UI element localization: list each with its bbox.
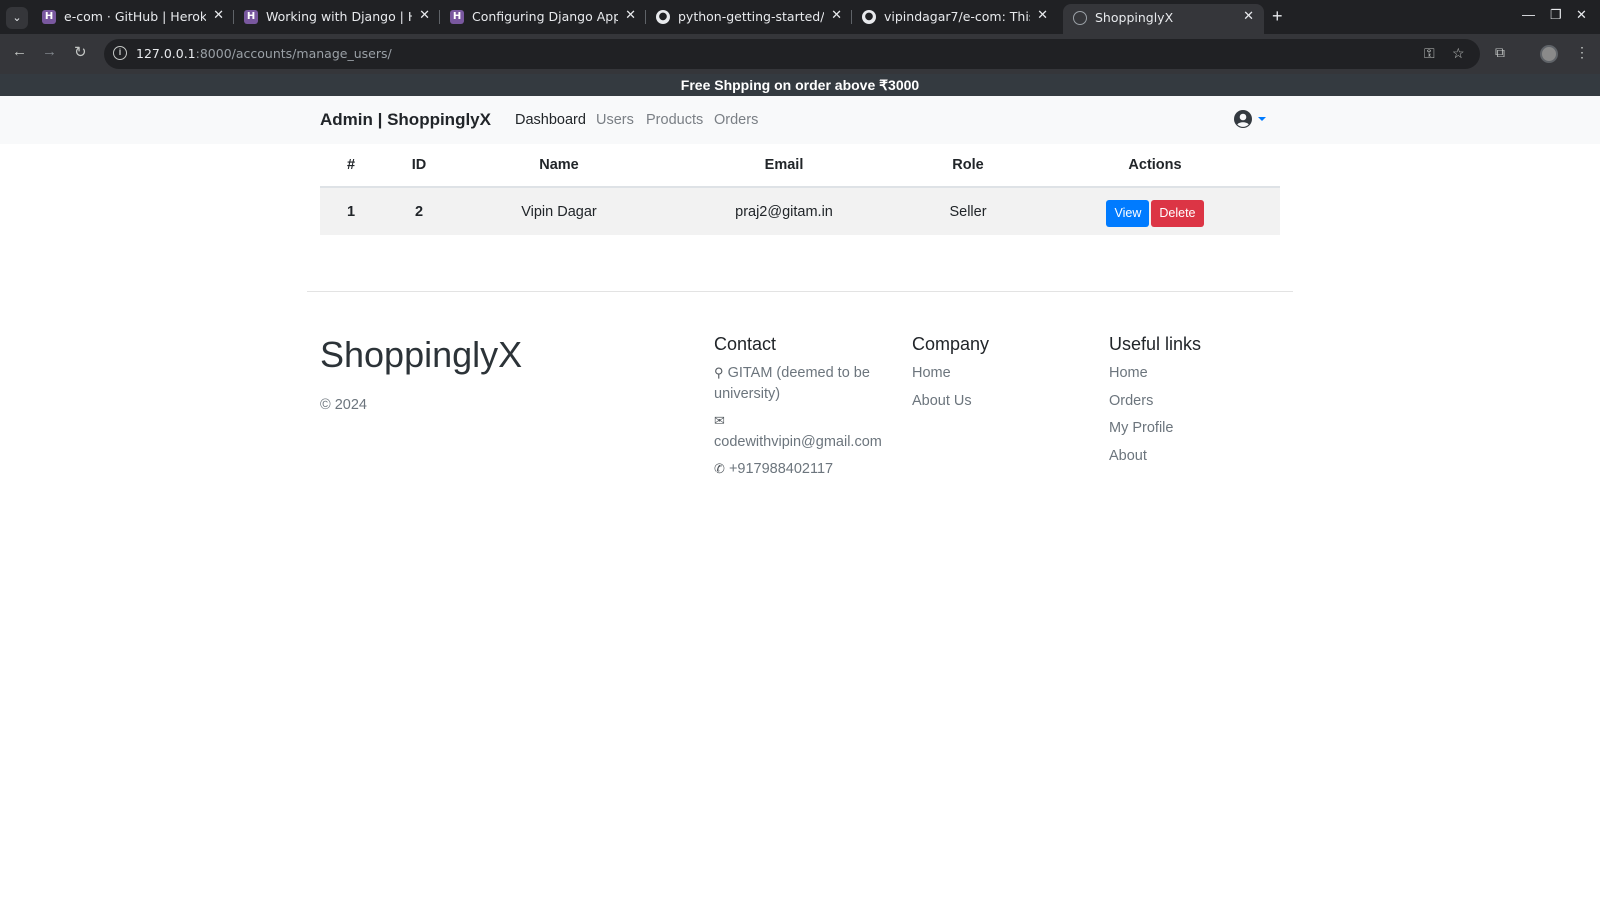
col-header-name: Name [456, 144, 662, 188]
footer-useful-links: Useful links Home Orders My Profile Abou… [1109, 334, 1289, 473]
useful-links-heading: Useful links [1109, 334, 1202, 354]
extensions-icon[interactable]: ⧉ [1495, 44, 1505, 61]
close-window-icon[interactable]: ✕ [1576, 7, 1587, 23]
col-header-num: # [320, 144, 382, 188]
new-tab-icon[interactable]: + [1272, 6, 1283, 27]
close-tab-icon[interactable]: ✕ [1243, 9, 1254, 24]
url-text[interactable]: 127.0.0.1:8000/accounts/manage_users/ [136, 46, 392, 61]
footer-link-my-profile[interactable]: My Profile [1109, 418, 1289, 439]
nav-dashboard[interactable]: Dashboard [515, 112, 586, 128]
footer-link-about-us[interactable]: About Us [912, 391, 1092, 412]
company-heading: Company [912, 334, 990, 354]
footer-divider [307, 291, 1293, 292]
reload-icon[interactable]: ↻ [74, 43, 87, 61]
col-header-actions: Actions [1030, 144, 1280, 188]
cell-role: Seller [906, 186, 1030, 235]
browser-tab[interactable]: ● python-getting-started/ ✕ [646, 0, 852, 34]
table-row: 1 2 Vipin Dagar praj2@gitam.in Seller Vi… [320, 186, 1280, 235]
table-header-row: # ID Name Email Role Actions [320, 144, 1280, 188]
delete-user-button[interactable]: Delete [1151, 200, 1204, 227]
nav-orders[interactable]: Orders [714, 112, 758, 128]
heroku-icon: H [244, 10, 258, 24]
close-tab-icon[interactable]: ✕ [1037, 8, 1048, 23]
nav-products[interactable]: Products [646, 112, 703, 128]
navbar-brand[interactable]: Admin | ShoppinglyX [320, 110, 491, 130]
browser-tab-strip: ⌄ H e-com · GitHub | Heroku ✕ H Working … [0, 0, 1600, 34]
close-tab-icon[interactable]: ✕ [831, 8, 842, 23]
browser-tab-active[interactable]: ShoppinglyX ✕ [1063, 4, 1264, 34]
address-bar[interactable]: i 127.0.0.1:8000/accounts/manage_users/ … [104, 39, 1480, 69]
profile-avatar-icon[interactable] [1540, 45, 1558, 63]
footer-company: Company Home About Us [912, 334, 1092, 418]
cell-actions: View Delete [1030, 186, 1280, 235]
footer-link-orders[interactable]: Orders [1109, 391, 1289, 412]
browser-tab[interactable]: H Working with Django | H ✕ [234, 0, 440, 34]
contact-heading: Contact [714, 334, 777, 354]
cell-num: 1 [320, 186, 382, 235]
contact-phone: ✆ +917988402117 [714, 461, 834, 477]
heroku-icon: H [42, 10, 56, 24]
forward-icon[interactable]: → [42, 43, 57, 60]
globe-icon [1073, 11, 1087, 25]
github-icon: ● [862, 10, 876, 24]
user-dropdown[interactable] [1233, 109, 1266, 129]
footer-link-home[interactable]: Home [1109, 363, 1289, 384]
phone-icon: ✆ [714, 461, 725, 476]
restore-icon[interactable]: ❐ [1550, 7, 1562, 23]
footer-brand: ShoppinglyX [320, 334, 523, 375]
back-icon[interactable]: ← [12, 43, 27, 60]
envelope-icon: ✉ [714, 413, 725, 428]
heroku-icon: H [450, 10, 464, 24]
menu-kebab-icon[interactable]: ⋮ [1575, 44, 1589, 61]
password-key-icon[interactable]: ⚿ [1424, 45, 1435, 62]
users-table: # ID Name Email Role Actions 1 2 Vipin D… [320, 144, 1280, 235]
map-marker-icon: ⚲ [714, 365, 724, 380]
github-icon: ● [656, 10, 670, 24]
minimize-icon[interactable]: — [1522, 7, 1535, 22]
col-header-email: Email [662, 144, 906, 188]
close-tab-icon[interactable]: ✕ [625, 8, 636, 23]
footer-copyright: © 2024 [320, 397, 367, 413]
col-header-id: ID [382, 144, 456, 188]
view-user-button[interactable]: View [1106, 200, 1150, 227]
footer-link-about[interactable]: About [1109, 446, 1289, 467]
cell-id: 2 [382, 186, 456, 235]
footer-contact: Contact ⚲ GITAM (deemed to be university… [714, 334, 894, 487]
contact-address: ⚲ GITAM (deemed to be university) [714, 365, 870, 402]
site-info-icon[interactable]: i [113, 46, 127, 60]
promo-banner: Free Shpping on order above ₹3000 [0, 74, 1600, 96]
close-tab-icon[interactable]: ✕ [213, 8, 224, 23]
tab-search-icon[interactable]: ⌄ [6, 7, 28, 29]
browser-toolbar: ← → ↻ i 127.0.0.1:8000/accounts/manage_u… [0, 34, 1600, 74]
close-tab-icon[interactable]: ✕ [419, 8, 430, 23]
browser-tab[interactable]: H Configuring Django App ✕ [440, 0, 646, 34]
bookmark-star-icon[interactable]: ☆ [1452, 45, 1465, 62]
chevron-down-icon [1258, 117, 1266, 121]
site-navbar: Admin | ShoppinglyX Dashboard Users Prod… [0, 96, 1600, 144]
footer-link-home[interactable]: Home [912, 363, 1092, 384]
contact-email: ✉ codewithvipin@gmail.com [714, 413, 882, 450]
user-circle-icon [1234, 110, 1252, 128]
browser-tab[interactable]: H e-com · GitHub | Heroku ✕ [32, 0, 234, 34]
col-header-role: Role [906, 144, 1030, 188]
nav-users[interactable]: Users [596, 112, 634, 128]
cell-email: praj2@gitam.in [662, 186, 906, 235]
browser-tab[interactable]: ● vipindagar7/e-com: This ✕ [852, 0, 1058, 34]
cell-name: Vipin Dagar [456, 186, 662, 235]
